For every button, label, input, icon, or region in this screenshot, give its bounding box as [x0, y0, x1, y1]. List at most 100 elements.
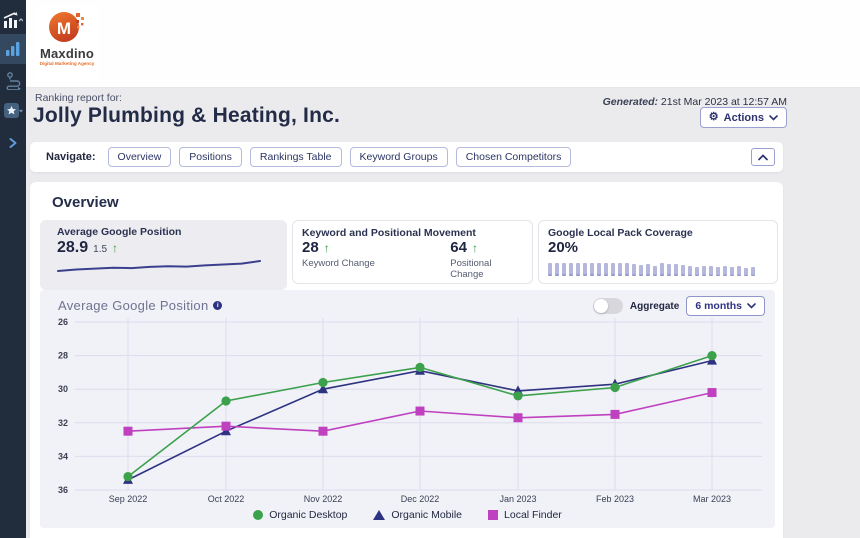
avg-card-title: Average Google Position [57, 226, 279, 238]
svg-text:Jan 2023: Jan 2023 [499, 494, 536, 504]
svg-text:Oct 2022: Oct 2022 [208, 494, 245, 504]
chevron-down-icon [769, 115, 778, 121]
coverage-bar [576, 263, 580, 276]
triangle-marker-icon [373, 510, 385, 520]
chevron-up-icon [758, 154, 768, 161]
brand-name: Maxdino [40, 46, 94, 61]
coverage-bar [653, 266, 657, 276]
chart-title: Average Google Position i [58, 298, 222, 313]
coverage-bar-sparkline [548, 262, 769, 276]
square-marker-icon [488, 510, 498, 520]
svg-text:Feb 2023: Feb 2023 [596, 494, 634, 504]
coverage-bar [548, 263, 552, 276]
coverage-bar [660, 263, 664, 276]
avg-google-position-chart-section: Average Google Position i Aggregate 6 mo… [40, 290, 775, 528]
coverage-bar [695, 267, 699, 276]
sidebar [0, 0, 26, 538]
generated-label: Generated: [603, 96, 658, 108]
coverage-card-title: Google Local Pack Coverage [548, 227, 769, 239]
gear-icon: ⚙ [709, 112, 719, 123]
positional-change-label: Positional Change [450, 258, 524, 280]
legend-local-finder[interactable]: Local Finder [488, 509, 562, 521]
coverage-bar [639, 265, 643, 276]
route-pin-icon [5, 72, 21, 90]
svg-text:Sep 2022: Sep 2022 [109, 494, 148, 504]
overview-panel: Overview Average Google Position 28.9 1.… [30, 182, 783, 538]
svg-text:30: 30 [58, 384, 68, 394]
sidebar-logo-growth-chart-icon[interactable] [0, 8, 26, 32]
collapse-section-button[interactable] [751, 148, 775, 166]
svg-text:28: 28 [58, 351, 68, 361]
coverage-bar [709, 266, 713, 276]
bar-chart-icon [5, 41, 21, 57]
coverage-bar [674, 264, 678, 276]
coverage-bar [681, 265, 685, 276]
report-for-label: Ranking report for: [35, 92, 122, 104]
sidebar-item-favorites[interactable] [0, 98, 26, 124]
positional-change-value: 64 [450, 239, 467, 256]
svg-text:34: 34 [58, 451, 68, 461]
keyword-change-value: 28 [302, 239, 319, 256]
maxdino-logo-icon: M [48, 9, 86, 45]
chart-controls: Aggregate 6 months [593, 296, 765, 316]
chevron-right-icon [7, 136, 19, 150]
keyword-change-label: Keyword Change [302, 258, 450, 269]
sidebar-item-rankings[interactable] [0, 34, 26, 64]
toggle-knob [594, 299, 608, 313]
movement-card-title: Keyword and Positional Movement [302, 227, 524, 239]
legend-label: Organic Mobile [391, 509, 462, 521]
coverage-bar [730, 267, 734, 276]
local-pack-coverage-card[interactable]: Google Local Pack Coverage 20% [538, 220, 778, 284]
nav-button-keyword-groups[interactable]: Keyword Groups [350, 147, 448, 167]
coverage-value: 20% [548, 239, 769, 256]
sidebar-expand-button[interactable] [0, 132, 26, 154]
coverage-bar [688, 266, 692, 276]
legend-organic-desktop[interactable]: Organic Desktop [253, 509, 347, 521]
nav-button-positions[interactable]: Positions [179, 147, 242, 167]
coverage-bar [632, 264, 636, 276]
up-arrow-icon: ↑ [324, 241, 330, 255]
coverage-bar [716, 267, 720, 276]
coverage-bar [604, 263, 608, 276]
avg-position-value: 28.9 [57, 239, 88, 257]
coverage-bar [569, 263, 573, 276]
svg-text:26: 26 [58, 317, 68, 327]
navigate-bar: Navigate: Overview Positions Rankings Ta… [30, 142, 783, 172]
coverage-bar [667, 264, 671, 276]
top-header-bar: M Maxdino Digital Marketing Agency [26, 0, 860, 88]
nav-button-overview[interactable]: Overview [108, 147, 172, 167]
info-icon[interactable]: i [213, 301, 222, 310]
svg-text:Nov 2022: Nov 2022 [304, 494, 343, 504]
coverage-bar [562, 263, 566, 276]
brand-tagline: Digital Marketing Agency [40, 61, 95, 66]
up-arrow-icon: ↑ [472, 241, 478, 255]
sidebar-item-locations[interactable] [0, 68, 26, 94]
coverage-bar [555, 263, 559, 276]
chart-legend: Organic Desktop Organic Mobile Local Fin… [40, 509, 775, 521]
avg-position-delta: 1.5 [93, 244, 107, 255]
nav-button-chosen-competitors[interactable]: Chosen Competitors [456, 147, 572, 167]
nav-button-rankings-table[interactable]: Rankings Table [250, 147, 342, 167]
coverage-bar [737, 266, 741, 276]
coverage-bar [583, 263, 587, 276]
growth-chart-logo-icon [3, 12, 23, 29]
svg-text:Dec 2022: Dec 2022 [401, 494, 440, 504]
actions-button[interactable]: ⚙ Actions [700, 107, 787, 128]
date-range-dropdown[interactable]: 6 months [686, 296, 765, 316]
coverage-bar [625, 263, 629, 276]
legend-organic-mobile[interactable]: Organic Mobile [373, 509, 462, 521]
navigate-label: Navigate: [46, 151, 96, 163]
avg-position-sparkline [56, 259, 266, 277]
coverage-bar [744, 268, 748, 276]
avg-google-position-card[interactable]: Average Google Position 28.9 1.5 ↑ [40, 220, 287, 290]
star-box-icon [3, 102, 23, 120]
coverage-bar [611, 263, 615, 276]
aggregate-toggle[interactable] [593, 298, 623, 314]
overview-heading: Overview [52, 194, 119, 211]
svg-text:36: 36 [58, 485, 68, 495]
coverage-bar [751, 267, 755, 276]
keyword-positional-movement-card[interactable]: Keyword and Positional Movement 28 ↑ Key… [292, 220, 533, 284]
coverage-bar [646, 264, 650, 276]
svg-text:32: 32 [58, 418, 68, 428]
svg-text:Mar 2023: Mar 2023 [693, 494, 731, 504]
